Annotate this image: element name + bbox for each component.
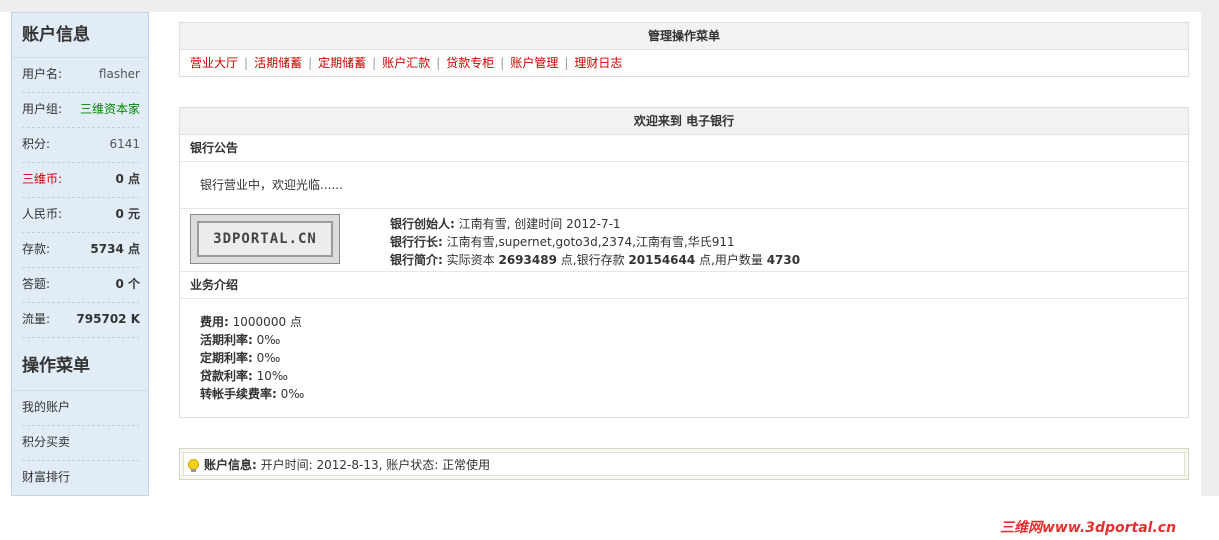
status-text: 开户时间: 2012-8-13, 账户状态: 正常使用 [260, 458, 491, 472]
ops-menu-title: 管理操作菜单 [180, 23, 1188, 50]
summary-capital-text: 实际资本 [446, 253, 495, 267]
nav-link-finance-log[interactable]: 理财日志 [574, 56, 622, 70]
notice-heading: 银行公告 [180, 135, 1188, 162]
summary-users-text: 点,用户数量 [699, 253, 763, 267]
summary-deposit: 20154644 [628, 253, 696, 267]
right-band [1201, 12, 1219, 496]
info-row-username: 用户名: flasher [22, 58, 140, 93]
info-label: 存款: [22, 242, 51, 256]
account-status-box: 账户信息: 开户时间: 2012-8-13, 账户状态: 正常使用 [179, 448, 1189, 480]
welcome-title: 欢迎来到 电子银行 [180, 108, 1188, 135]
fee-value: 0‰ [256, 333, 281, 347]
main-content: 管理操作菜单 营业大厅 | 活期储蓄 | 定期储蓄 | 账户汇款 | 贷款专柜 | 账户管理 | 理财日… [150, 12, 1201, 496]
business-heading: 业务介绍 [180, 272, 1188, 299]
welcome-box: 欢迎来到 电子银行 银行公告 银行营业中，欢迎光临...... 3DPORTAL… [179, 107, 1189, 418]
info-value: 0 个 [115, 277, 140, 291]
summary-label: 银行简介: [390, 253, 443, 267]
nav-link-remittance[interactable]: 账户汇款 [382, 56, 430, 70]
info-row-traffic: 流量: 795702 K [22, 303, 140, 338]
fee-value: 0‰ [280, 387, 305, 401]
info-row-deposit: 存款: 5734 点 [22, 233, 140, 268]
nav-link-lobby[interactable]: 营业大厅 [190, 56, 238, 70]
operation-menu-title: 操作菜单 [12, 338, 148, 391]
info-value: 三维资本家 [79, 102, 140, 116]
lightbulb-base [191, 469, 196, 472]
bank-details: 银行创始人: 江南有雪, 创建时间 2012-7-1 银行行长: 江南有雪,su… [390, 215, 800, 269]
nav-link-account-management[interactable]: 账户管理 [510, 56, 558, 70]
president-label: 银行行长: [390, 235, 443, 249]
summary-deposit-text: 点,银行存款 [560, 253, 625, 267]
info-value: 0 元 [115, 207, 140, 221]
fee-line: 定期利率: 0‰ [200, 349, 1188, 367]
menu-item-wealth-ranking[interactable]: 财富排行 [22, 461, 140, 495]
summary-line: 银行简介: 实际资本 2693489 点,银行存款 20154644 点,用户数… [390, 251, 800, 269]
business-intro: 费用: 1000000 点 活期利率: 0‰ 定期利率: 0‰ 贷款利率: 10… [180, 299, 1188, 403]
bank-logo-text: 3DPORTAL.CN [197, 221, 333, 257]
info-value: 5734 点 [90, 242, 140, 256]
info-label: 用户组: [22, 102, 63, 116]
nav-separator: | [500, 56, 505, 70]
notice-text: 银行营业中，欢迎光临...... [180, 162, 1188, 209]
fee-line: 费用: 1000000 点 [200, 313, 1188, 331]
info-label: 用户名: [22, 67, 63, 81]
menu-item-points-trade[interactable]: 积分买卖 [22, 426, 140, 461]
president-value: 江南有雪,supernet,goto3d,2374,江南有雪,华氏911 [446, 235, 735, 249]
fee-label: 贷款利率: [200, 369, 253, 383]
nav-link-current-savings[interactable]: 活期储蓄 [254, 56, 302, 70]
info-value: flasher [98, 67, 140, 81]
top-band [0, 0, 1219, 12]
fee-line: 贷款利率: 10‰ [200, 367, 1188, 385]
info-label: 积分: [22, 137, 51, 151]
president-line: 银行行长: 江南有雪,supernet,goto3d,2374,江南有雪,华氏9… [390, 233, 800, 251]
sidebar: 账户信息 用户名: flasher 用户组: 三维资本家 积分: 6141 三维… [11, 12, 149, 496]
menu-item-my-account[interactable]: 我的账户 [22, 391, 140, 426]
info-label: 三维币: [22, 172, 63, 186]
status-label: 账户信息: [204, 458, 257, 472]
info-row-points: 积分: 6141 [22, 128, 140, 163]
fee-label: 活期利率: [200, 333, 253, 347]
nav-link-fixed-savings[interactable]: 定期储蓄 [318, 56, 366, 70]
fee-label: 定期利率: [200, 351, 253, 365]
info-label: 人民币: [22, 207, 63, 221]
nav-separator: | [436, 56, 441, 70]
info-label: 答题: [22, 277, 51, 291]
founder-value: 江南有雪, 创建时间 2012-7-1 [458, 217, 621, 231]
summary-users: 4730 [766, 253, 801, 267]
bank-logo: 3DPORTAL.CN [190, 214, 340, 264]
info-row-usergroup: 用户组: 三维资本家 [22, 93, 140, 128]
fee-line: 转帐手续费率: 0‰ [200, 385, 1188, 403]
fee-value: 1000000 点 [232, 315, 302, 329]
nav-separator: | [244, 56, 249, 70]
account-info-title: 账户信息 [12, 13, 148, 58]
info-row-coins: 三维币: 0 点 [22, 163, 140, 198]
info-row-answers: 答题: 0 个 [22, 268, 140, 303]
nav-separator: | [308, 56, 313, 70]
nav-separator: | [372, 56, 377, 70]
ops-menu-box: 管理操作菜单 营业大厅 | 活期储蓄 | 定期储蓄 | 账户汇款 | 贷款专柜 | 账户管理 | 理财日… [179, 22, 1189, 77]
account-status-inner: 账户信息: 开户时间: 2012-8-13, 账户状态: 正常使用 [183, 452, 1185, 476]
ops-nav: 营业大厅 | 活期储蓄 | 定期储蓄 | 账户汇款 | 贷款专柜 | 账户管理 | 理财日志 [180, 50, 1188, 76]
fee-value: 10‰ [256, 369, 289, 383]
fee-label: 转帐手续费率: [200, 387, 277, 401]
info-value: 6141 [109, 137, 140, 151]
summary-capital: 2693489 [498, 253, 557, 267]
info-row-rmb: 人民币: 0 元 [22, 198, 140, 233]
info-value: 795702 K [76, 312, 140, 326]
site-watermark: 三维网www.3dportal.cn [1000, 520, 1177, 536]
info-label: 流量: [22, 312, 51, 326]
bank-info-row: 3DPORTAL.CN 银行创始人: 江南有雪, 创建时间 2012-7-1 银… [180, 209, 1188, 272]
fee-line: 活期利率: 0‰ [200, 331, 1188, 349]
founder-label: 银行创始人: [390, 217, 455, 231]
founder-line: 银行创始人: 江南有雪, 创建时间 2012-7-1 [390, 215, 800, 233]
nav-separator: | [564, 56, 569, 70]
fee-value: 0‰ [256, 351, 281, 365]
nav-link-loans[interactable]: 贷款专柜 [446, 56, 494, 70]
info-value: 0 点 [115, 172, 140, 186]
fee-label: 费用: [200, 315, 229, 329]
